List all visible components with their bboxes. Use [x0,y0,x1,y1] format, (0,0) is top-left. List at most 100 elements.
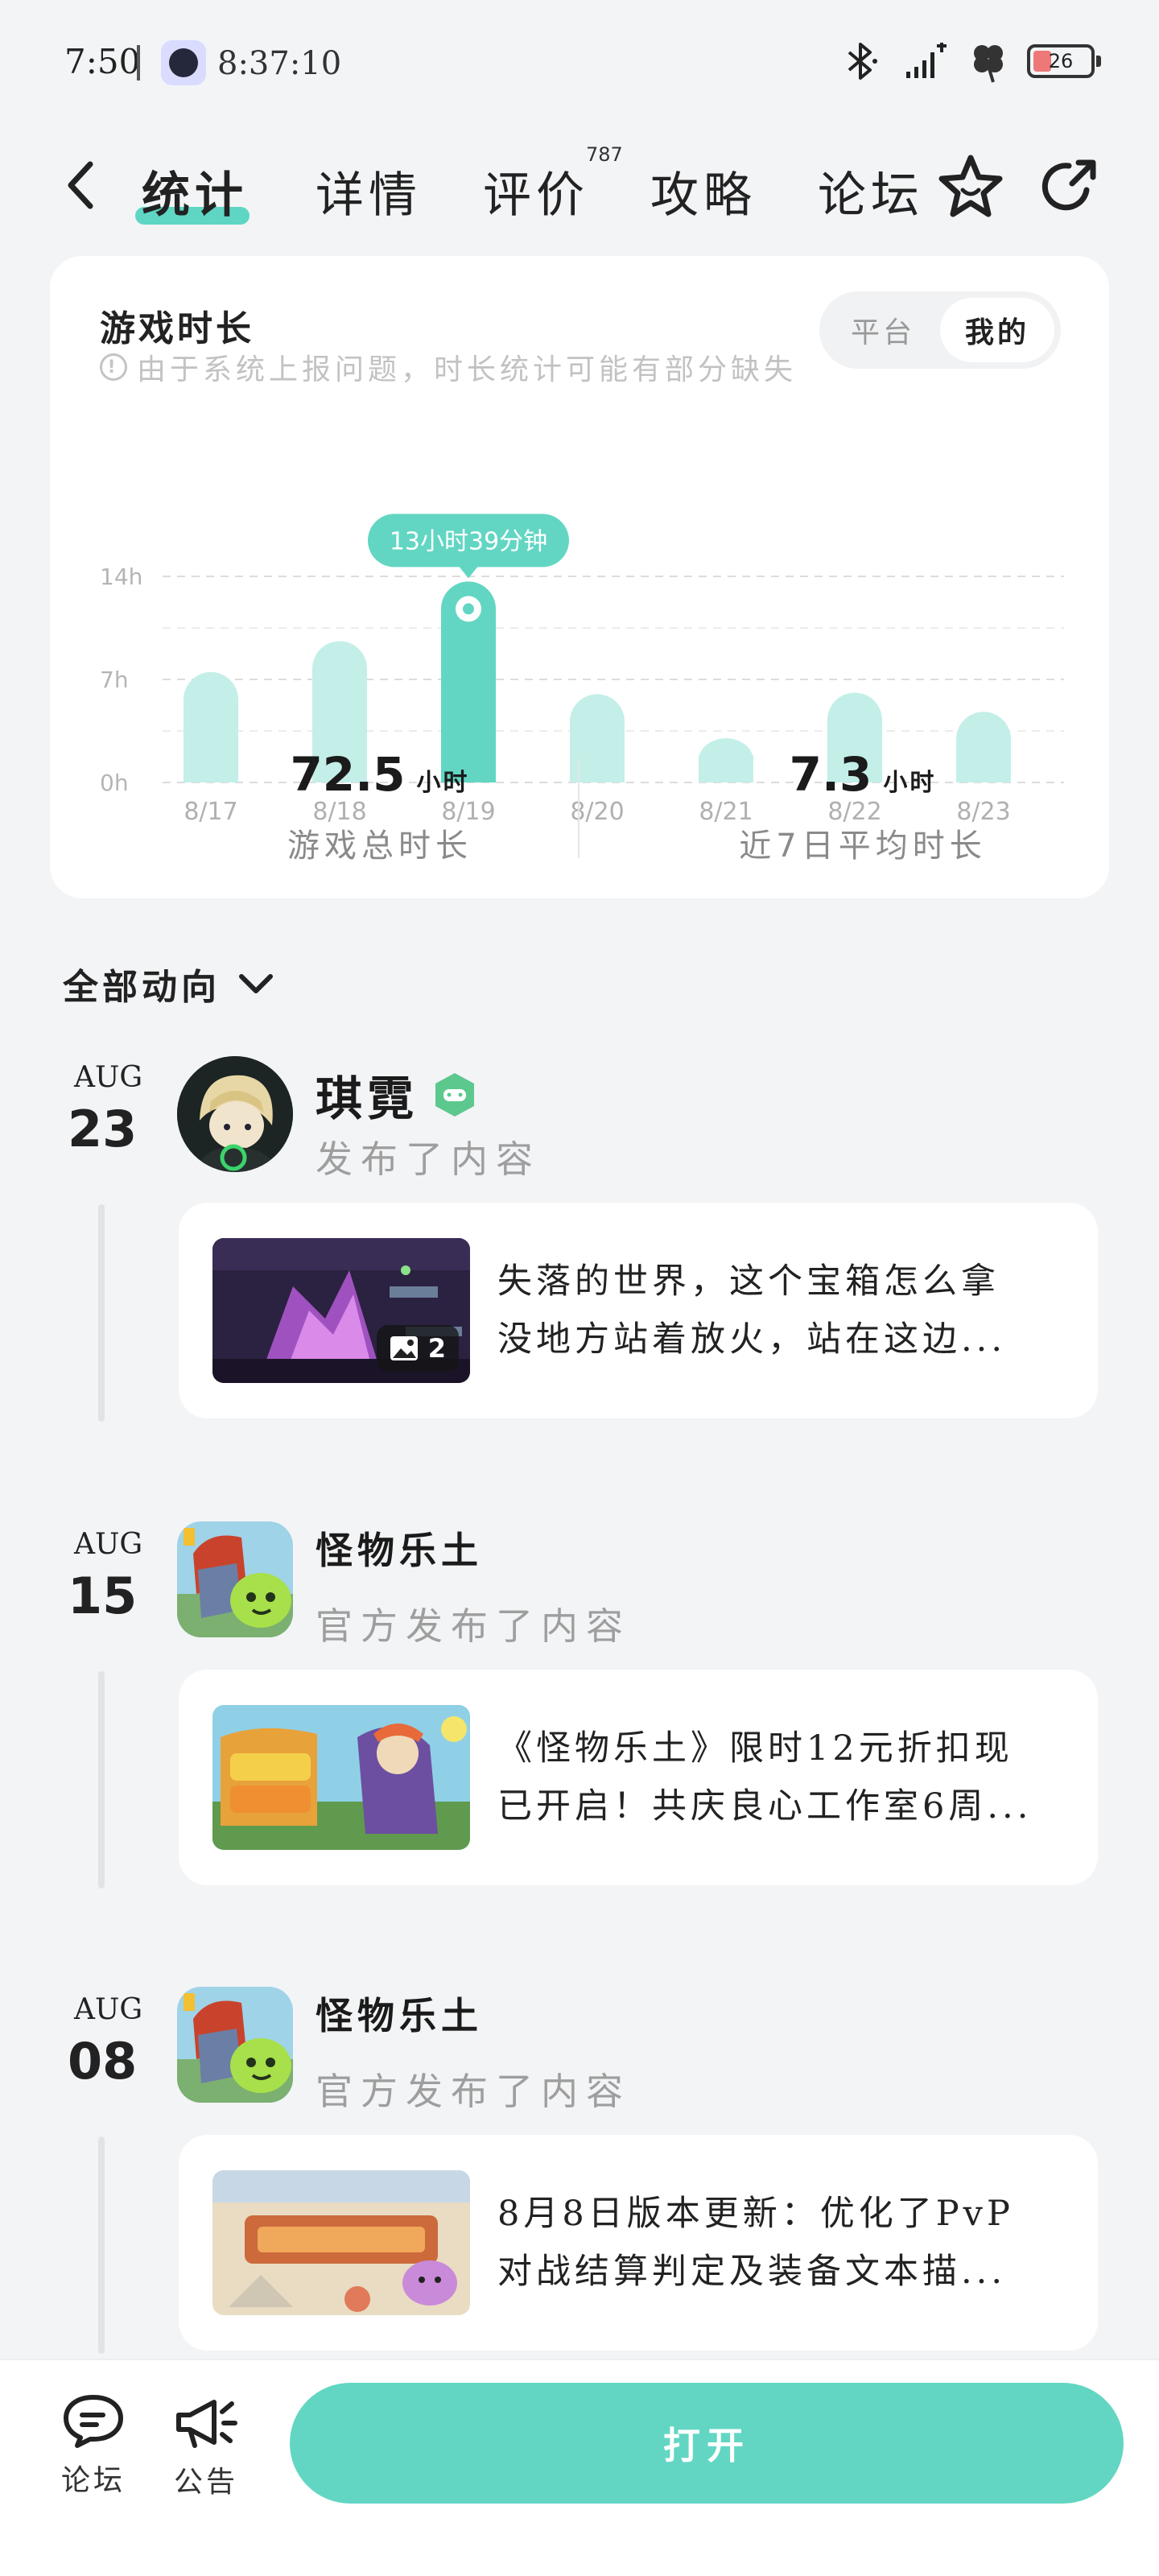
tab-reviews-label: 评价 [483,167,589,224]
post-excerpt: 8月8日版本更新：优化了PvP 对战结算判定及装备文本描... [497,2185,1061,2301]
forum-chat-icon [64,2395,123,2448]
timeline-line [98,1671,105,1889]
playtime-note: ! 由于系统上报问题，时长统计可能有部分缺失 [100,346,797,388]
tab-stats-label: 统计 [142,167,248,224]
entry-month: AUG [74,1528,143,1561]
tab-details[interactable]: 详情 [316,156,422,226]
average-playtime-unit: 小时 [883,769,937,797]
game-icon[interactable] [177,1521,293,1637]
post-thumbnail: 2 [212,1238,470,1383]
post-card[interactable]: 2 失落的世界，这个宝箱怎么拿 没地方站着放火，站在这边... [179,1203,1098,1418]
info-icon: ! [100,353,127,381]
tab-guides[interactable]: 攻略 [650,156,757,226]
chart-tooltip-text: 13小时39分钟 [390,527,547,555]
playtime-note-text: 由于系统上报问题，时长统计可能有部分缺失 [137,353,798,386]
post-excerpt-line: 8月8日版本更新：优化了PvP [497,2194,1014,2234]
highlight-marker-dot [463,603,474,615]
toggle-platform[interactable]: 平台 [826,298,940,362]
playtime-title: 游戏时长 [100,308,254,349]
clover-icon [964,39,1013,84]
forum-label: 论坛 [60,2464,126,2497]
average-playtime-value: 7.3 [789,747,872,802]
author-name[interactable]: 怪物乐土 [316,1521,483,1575]
image-count-badge: 2 [376,1325,459,1372]
feed-entry: AUG 08 怪物乐土 官方发布了内容 8月8日版本更新：优化了PvP 对战结算… [0,1987,1159,2365]
y-tick-label: 14h [100,564,142,590]
author-action: 发布了内容 [316,1137,541,1181]
timeline-line [98,1204,105,1422]
post-card[interactable]: 《怪物乐土》限时12元折扣现 已开启！共庆良心工作室6周... [179,1670,1098,1885]
tab-reviews[interactable]: 评价 [483,156,589,226]
post-thumbnail [212,1705,470,1850]
status-bar: 7:50 8:37:10 26 [0,0,1159,121]
post-excerpt-line: 没地方站着放火，站在这边... [497,1319,1007,1360]
image-count: 2 [427,1333,446,1364]
total-playtime-value: 72.5 [290,747,406,802]
post-card[interactable]: 8月8日版本更新：优化了PvP 对战结算判定及装备文本描... [179,2135,1098,2351]
tab-stats[interactable]: 统计 [135,156,250,226]
open-game-button[interactable]: 打开 [290,2383,1124,2504]
entry-month: AUG [74,1061,143,1094]
toggle-mine[interactable]: 我的 [940,298,1054,362]
gamepad-badge-icon [435,1073,475,1117]
notice-label: 公告 [173,2466,238,2499]
notice-button[interactable]: 公告 [158,2392,254,2500]
stat-divider [578,758,580,858]
post-excerpt-line: 《怪物乐土》限时12元折扣现 [497,1728,1013,1769]
favorite-button[interactable] [937,153,1004,221]
status-divider [137,45,140,80]
feed-entry: AUG 15 怪物乐土 官方发布了内容 《怪物乐土》限时12元折扣现 已开启！共… [0,1521,1159,1900]
entry-day: 23 [68,1100,138,1158]
average-playtime-stat: 7.3 小时 近7日平均时长 [621,747,1104,866]
back-arrow-icon [68,161,93,209]
tab-details-label: 详情 [316,167,422,224]
y-tick-label: 0h [100,770,129,796]
game-icon[interactable] [177,1987,293,2103]
reviews-count-badge: 787 [586,143,623,166]
feed-filter-dropdown[interactable]: 全部动向 [63,958,274,1009]
status-clock: 8:37:10 [217,45,342,82]
top-nav: 统计 详情 评价 787 攻略 论坛 [0,137,1159,233]
image-icon [390,1336,418,1360]
source-toggle: 平台 我的 [819,291,1061,369]
entry-month: AUG [74,1993,143,2026]
bottom-action-bar: 论坛 公告 打开 [0,2359,1159,2576]
megaphone-icon [176,2400,237,2448]
author-action: 官方发布了内容 [316,2070,631,2113]
tab-forum-label: 论坛 [818,167,924,224]
status-time: 7:50 [64,42,141,81]
total-playtime-unit: 小时 [416,769,470,797]
status-icons: 26 [839,37,1101,85]
star-face-icon [938,155,1003,217]
chevron-down-icon [239,974,273,993]
battery-level: 26 [1048,50,1074,72]
author-name[interactable]: 怪物乐土 [316,1987,483,2040]
post-excerpt-line: 已开启！共庆良心工作室6周... [497,1786,1033,1827]
entry-day: 15 [68,1567,138,1625]
y-tick-label: 7h [100,667,129,693]
feed-entry: AUG 23 琪霓 发布了内容 2 失落的世界，这个宝箱怎么拿 没地方站着放火，… [0,1055,1159,1433]
tab-guides-label: 攻略 [650,167,757,224]
author-action: 官方发布了内容 [316,1604,631,1648]
average-playtime-label: 近7日平均时长 [739,828,987,865]
author-name[interactable]: 琪霓 [316,1061,476,1129]
share-icon [1041,159,1096,211]
chart-tooltip-pointer [459,566,478,579]
battery-icon: 26 [1027,44,1101,78]
share-button[interactable] [1035,153,1103,221]
bluetooth-icon [839,39,887,84]
tab-forum[interactable]: 论坛 [818,156,924,226]
avatar[interactable] [177,1056,293,1172]
total-playtime-label: 游戏总时长 [287,828,472,865]
post-excerpt-line: 对战结算判定及装备文本描... [497,2252,1007,2292]
author-name-text: 怪物乐土 [316,1994,483,2037]
post-excerpt: 《怪物乐土》限时12元折扣现 已开启！共庆良心工作室6周... [497,1719,1061,1835]
signal-icon [901,39,950,84]
forum-button[interactable]: 论坛 [45,2392,142,2499]
post-excerpt-line: 失落的世界，这个宝箱怎么拿 [497,1261,1000,1302]
back-button[interactable] [56,153,105,217]
playtime-chart: 0h7h14h8/17 8/18 8/1913小时39分钟8/20 8/21 8/22 8… [100,514,1064,826]
total-playtime-stat: 72.5 小时 游戏总时长 [138,747,621,866]
feed-filter-label: 全部动向 [63,967,221,1008]
running-app-icon [161,40,206,85]
